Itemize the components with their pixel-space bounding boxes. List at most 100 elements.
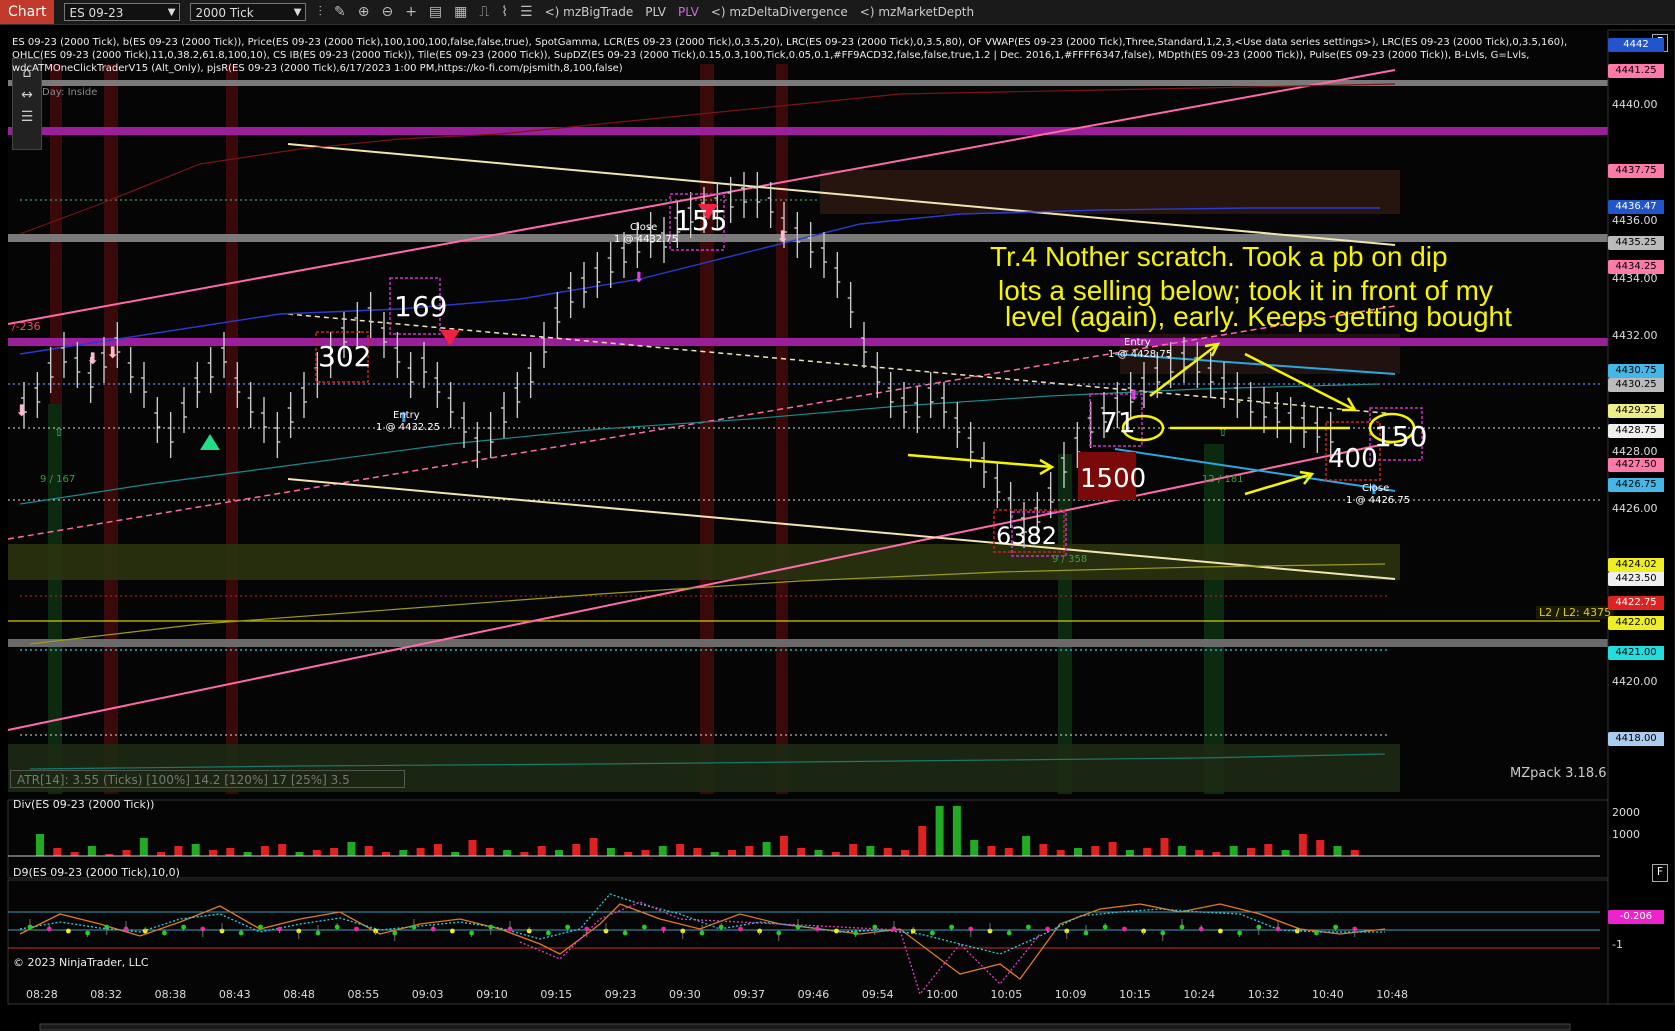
resize-icon[interactable]: ↔: [13, 87, 41, 103]
gray-level-band-3: [8, 639, 1608, 647]
crosshair-icon[interactable]: +: [405, 4, 417, 20]
main-panel-bg: [8, 30, 1608, 800]
time-tick: 09:15: [540, 988, 573, 1001]
f-button-d9[interactable]: F: [1652, 864, 1668, 882]
price-badge: 4427.50: [1608, 458, 1664, 472]
entry-qty-2: 1 @ 4428.75: [1108, 349, 1173, 360]
big-trade-400: 400: [1328, 444, 1378, 474]
price-badge: 4437.75: [1608, 164, 1664, 178]
template-icon[interactable]: ☰: [520, 4, 533, 20]
time-tick: 10:15: [1119, 988, 1151, 1001]
close-label-1: Close: [630, 222, 658, 233]
bar-type-value: 2000 Tick: [195, 6, 254, 20]
price-badge: 4422.75: [1608, 596, 1664, 610]
price-tick: 4426.00: [1612, 502, 1658, 515]
down-arrow-icon: ⬇: [106, 343, 119, 362]
price-badge: 4421.00: [1608, 646, 1664, 660]
down-arrow-icon: ⬇: [776, 227, 789, 246]
annotation-line-3: level (again), early. Keeps getting boug…: [1005, 301, 1512, 332]
time-tick: 09:23: [604, 988, 637, 1001]
price-badge: 4441.25: [1608, 64, 1664, 78]
time-tick: 10:48: [1376, 988, 1408, 1001]
indicators-icon[interactable]: ⎍: [479, 4, 489, 20]
d9-value-badge: -0.206: [1608, 910, 1664, 924]
price-badge: 4418.00: [1608, 732, 1664, 746]
toolbar-item-plv-active[interactable]: PLV: [678, 5, 699, 19]
price-badge: 4435.25: [1608, 236, 1664, 250]
time-tick: 08:32: [90, 988, 122, 1001]
entry-arrow-icon: ⬇: [1128, 388, 1140, 404]
div-panel-title: Div(ES 09-23 (2000 Tick)): [13, 798, 155, 811]
big-trade-169: 169: [394, 290, 448, 323]
price-badge: 4434.25: [1608, 260, 1664, 274]
price-badge: 4436.47: [1608, 200, 1664, 214]
big-trade-150: 150: [1374, 420, 1428, 453]
toolbar-item-mzbigtrade[interactable]: <) mzBigTrade: [545, 5, 634, 19]
volume-label-3: 9 / 358: [1052, 554, 1088, 565]
price-badge: 4424.02: [1608, 558, 1664, 572]
bar-type-selector[interactable]: 2000 Tick ▼: [190, 3, 307, 21]
time-tick: 10:05: [990, 988, 1023, 1001]
volume-label-1: 9 / 167: [40, 474, 76, 485]
properties-icon[interactable]: ▦: [454, 4, 467, 20]
price-tick: 4436.00: [1612, 214, 1658, 227]
strategies-icon[interactable]: ⌇: [501, 4, 508, 20]
price-tick: 4432.00: [1612, 329, 1658, 342]
data-box-icon[interactable]: ▤: [429, 4, 442, 20]
close-qty-2: 1 @ 4426.75: [1346, 495, 1411, 506]
toolbar-item-plv[interactable]: PLV: [645, 5, 666, 19]
mzpack-version: MZpack 3.18.6: [1510, 766, 1607, 781]
chart-tab[interactable]: Chart: [0, 0, 55, 24]
time-tick: 10:40: [1312, 988, 1344, 1001]
time-tick: 08:48: [283, 988, 315, 1001]
toolbar-item-mzdeltadivergence[interactable]: <) mzDeltaDivergence: [711, 5, 848, 19]
time-tick: 10:09: [1054, 988, 1087, 1001]
time-tick: 08:43: [218, 988, 251, 1001]
time-tick: 09:30: [669, 988, 701, 1001]
delta-label: /-236: [12, 320, 41, 333]
horizontal-scrollbar[interactable]: [39, 1023, 1571, 1031]
instrument-selector[interactable]: ES 09-23 ▼: [64, 3, 181, 21]
atr-readout: ATR[14]: 3.55 (Ticks) [100%] 14.2 [120%]…: [10, 770, 405, 788]
time-tick: 10:00: [926, 988, 958, 1001]
zoom-out-icon[interactable]: ⊖: [381, 4, 393, 20]
green-arrow-icon: ⇧: [54, 425, 64, 439]
price-badge: 4423.50: [1608, 572, 1664, 586]
time-tick: 09:10: [476, 988, 508, 1001]
chevron-down-icon: ▼: [167, 7, 176, 18]
price-tick: 4440.00: [1612, 98, 1658, 111]
bars-icon[interactable]: ⫶: [318, 4, 322, 20]
price-badge: 4429.25: [1608, 404, 1664, 418]
entry-arrow-icon: ⬇: [633, 270, 645, 286]
entry-label-2: Entry: [1124, 337, 1151, 348]
chart-toolbar: Chart ES 09-23 ▼ 2000 Tick ▼ ⫶ ✎ ⊕ ⊖ + ▤…: [0, 0, 1675, 25]
pencil-icon[interactable]: ✎: [334, 4, 346, 20]
copyright: © 2023 NinjaTrader, LLC: [13, 956, 149, 969]
zoom-in-icon[interactable]: ⊕: [358, 4, 370, 20]
magenta-level-band: [8, 127, 1608, 135]
price-chart[interactable]: ⬇ ⬇ ⬇ ⬇ ⬇ ⬇ ⬆ ⬆ ⇧ ⇧: [0, 24, 1675, 1031]
time-tick: 09:46: [797, 988, 830, 1001]
down-arrow-icon: ⬇: [15, 401, 28, 420]
time-tick: 10:24: [1183, 988, 1216, 1001]
big-trade-155: 155: [674, 204, 728, 237]
indicator-header: ES 09-23 (2000 Tick), b(ES 09-23 (2000 T…: [12, 37, 1568, 74]
time-tick: 08:55: [347, 988, 380, 1001]
time-tick: 10:32: [1247, 988, 1280, 1001]
div-scale-tick: 1000: [1612, 828, 1640, 841]
time-tick: 09:54: [861, 988, 894, 1001]
chevron-down-icon: ▼: [293, 7, 302, 18]
entry-label-1: Entry: [393, 410, 420, 421]
d9-panel-title: D9(ES 09-23 (2000 Tick),10,0): [13, 866, 180, 879]
big-trade-71: 71: [1100, 406, 1136, 439]
price-tick: 4420.00: [1612, 675, 1658, 688]
price-badge: 4430.75: [1608, 364, 1664, 378]
instrument-value: ES 09-23: [69, 6, 124, 20]
toolbar-item-mzmarketdepth[interactable]: <) mzMarketDepth: [860, 5, 974, 19]
down-arrow-icon: ⬇: [86, 349, 99, 368]
price-badge: 4430.25: [1608, 378, 1664, 392]
time-tick: 09:37: [733, 988, 765, 1001]
price-badge: 4428.75: [1608, 424, 1664, 438]
price-badge: 4442: [1608, 38, 1664, 52]
menu-icon[interactable]: ☰: [13, 109, 41, 125]
